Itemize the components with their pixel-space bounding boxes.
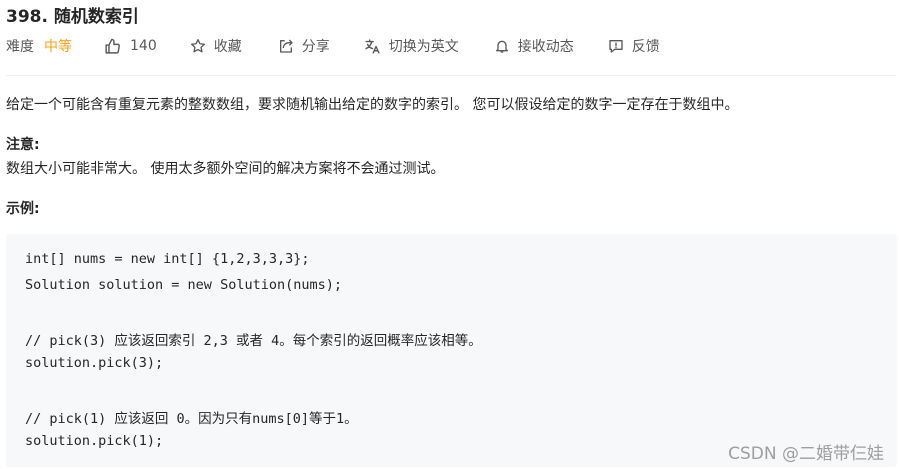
problem-toolbar: 难度 中等 140 收藏 分享 切换为英文 接收动态 反馈 [6,36,660,56]
divider [6,75,896,76]
thumbs-up-icon [105,38,120,54]
code-line: solution.pick(1); [25,433,164,449]
example-code-block: int[] nums = new int[] {1,2,3,3,3}; Solu… [6,234,897,467]
subscribe-label: 接收动态 [517,39,574,55]
code-line: // pick(3) 应该返回索引 2,3 或者 4。每个索引的返回概率应该相等… [25,333,482,349]
bell-icon [495,40,508,53]
code-line: Solution solution = new Solution(nums); [25,277,342,293]
note-text: 数组大小可能非常大。 使用太多额外空间的解决方案将不会通过测试。 [6,161,445,177]
problem-title: 398. 随机数索引 [6,7,139,27]
difficulty-label: 难度 [6,39,34,55]
feedback-label: 反馈 [631,39,660,55]
code-line: int[] nums = new int[] {1,2,3,3,3}; [25,251,310,267]
csdn-watermark: CSDN @二婚带仨娃 [728,444,884,464]
star-icon [190,39,205,53]
share-label: 分享 [301,39,330,55]
difficulty-badge: 中等 [44,39,72,55]
code-line: solution.pick(3); [25,355,164,371]
feedback-icon [609,40,623,53]
like-button[interactable]: 140 [104,38,157,55]
share-icon [279,39,293,53]
problem-description: 给定一个可能含有重复元素的整数数组，要求随机输出给定的数字的索引。 您可以假设给… [6,97,739,113]
translate-icon [365,38,380,54]
note-heading: 注意: [6,137,40,153]
feedback-button[interactable]: 反馈 [608,36,660,56]
share-button[interactable]: 分享 [278,36,330,56]
favorite-button[interactable]: 收藏 [190,36,242,56]
favorite-label: 收藏 [213,39,242,55]
translate-label: 切换为英文 [388,39,459,55]
subscribe-button[interactable]: 接收动态 [494,36,574,56]
example-heading: 示例: [6,201,40,217]
translate-button[interactable]: 切换为英文 [364,36,459,56]
likes-count: 140 [130,38,157,54]
code-line: // pick(1) 应该返回 0。因为只有nums[0]等于1。 [25,411,358,427]
